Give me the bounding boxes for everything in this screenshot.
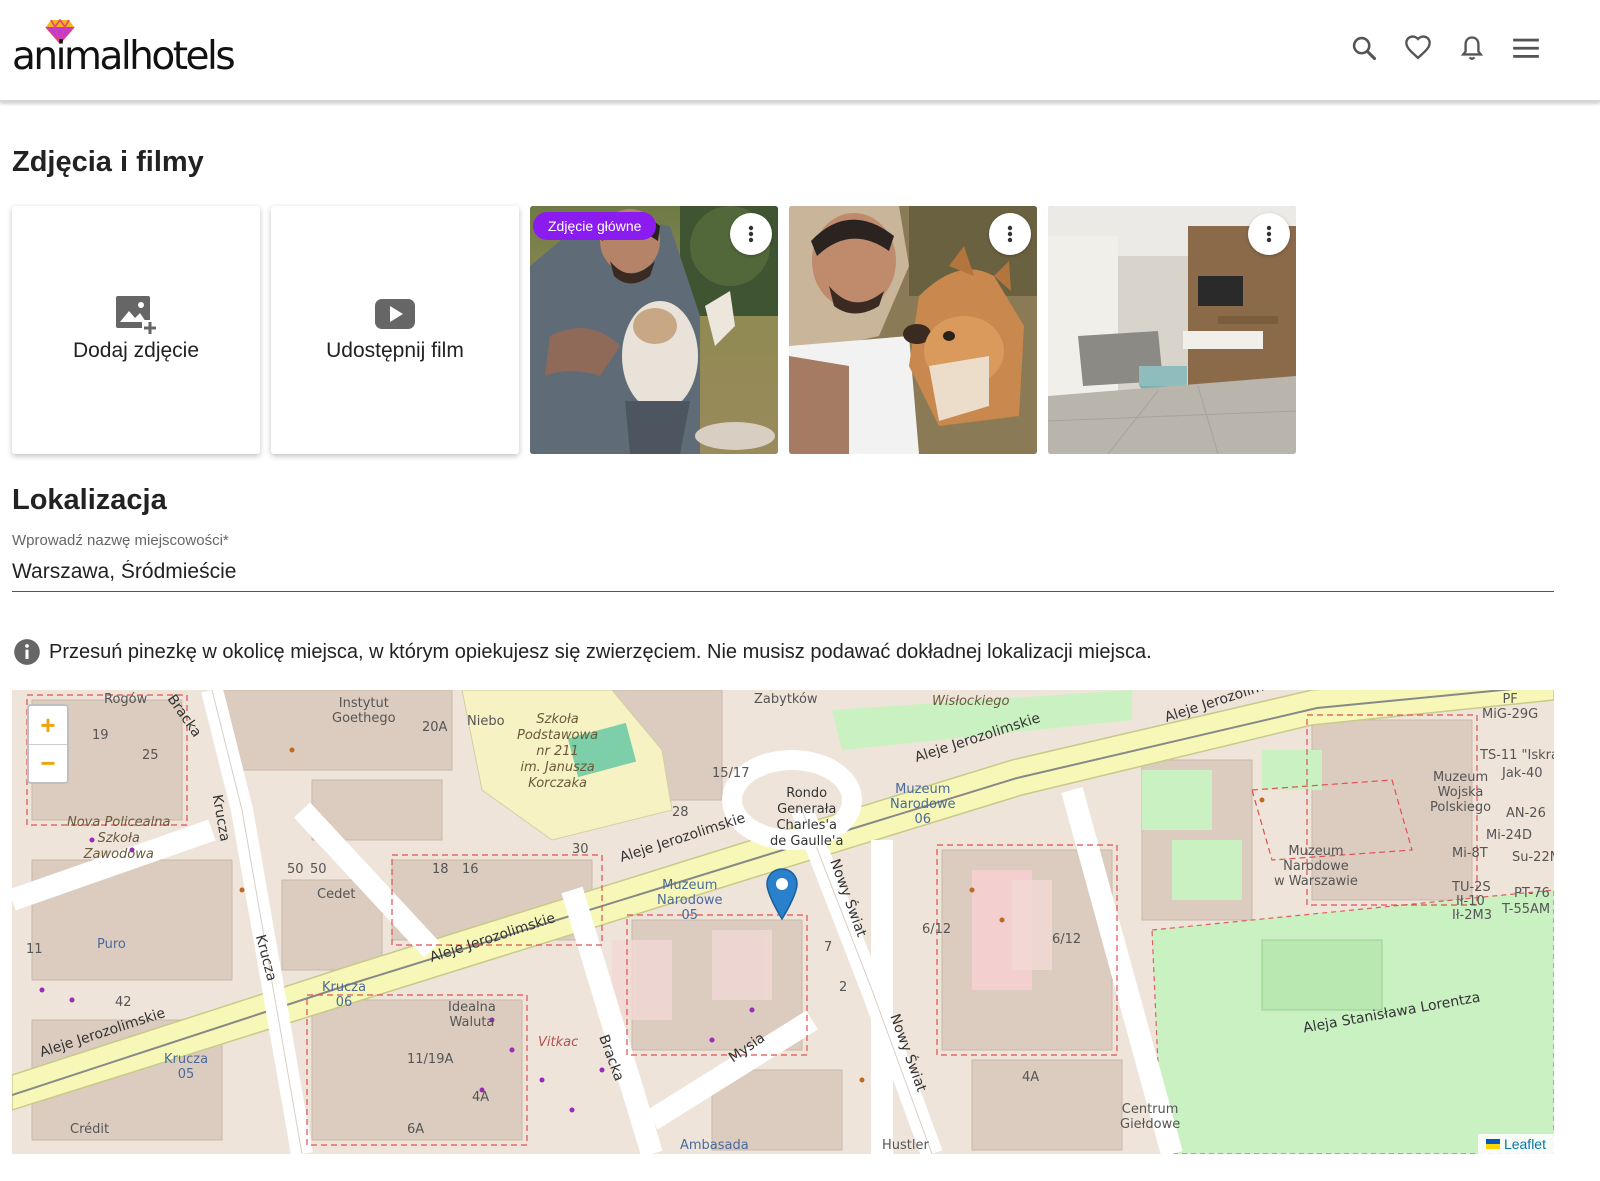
more-vert-icon: [748, 225, 754, 243]
city-input[interactable]: [12, 552, 1554, 592]
photo-menu-button[interactable]: [730, 213, 772, 255]
menu-icon[interactable]: [1510, 32, 1542, 64]
brand-name: animalhotels: [12, 34, 236, 79]
photos-section-title: Zdjęcia i filmy: [12, 146, 204, 178]
ukraine-flag-icon: [1485, 1139, 1500, 1149]
share-video-button[interactable]: Udostępnij film: [271, 206, 519, 454]
location-pin-icon[interactable]: [766, 868, 798, 920]
location-section-title: Lokalizacja: [12, 484, 167, 516]
map-attribution: Leaflet: [1477, 1134, 1554, 1154]
map-zoom-controls: + −: [27, 704, 69, 784]
app-header: animalhotels: [0, 0, 1600, 102]
map-hint: Przesuń pinezkę w okolicę miejsca, w któ…: [13, 638, 1152, 666]
youtube-icon: [375, 299, 415, 329]
main-photo-badge: Zdjęcie główne: [533, 212, 657, 240]
add-photo-icon: [116, 296, 158, 336]
photo-thumbnail[interactable]: [1048, 206, 1296, 454]
zoom-in-button[interactable]: +: [29, 706, 67, 744]
more-vert-icon: [1266, 225, 1272, 243]
add-photo-label: Dodaj zdjęcie: [72, 339, 200, 362]
photo-menu-button[interactable]: [989, 213, 1031, 255]
add-photo-button[interactable]: Dodaj zdjęcie: [12, 206, 260, 454]
search-icon[interactable]: [1348, 32, 1380, 64]
heart-icon[interactable]: [1402, 32, 1434, 64]
leaflet-link[interactable]: Leaflet: [1504, 1136, 1546, 1152]
bell-icon[interactable]: [1456, 32, 1488, 64]
more-vert-icon: [1007, 225, 1013, 243]
info-icon: [14, 639, 40, 665]
photo-thumbnail[interactable]: [789, 206, 1037, 454]
zoom-out-button[interactable]: −: [29, 744, 67, 782]
location-map[interactable]: Rogów Bracka Instytut Goethego Niebo Szko…: [12, 690, 1554, 1154]
map-hint-text: Przesuń pinezkę w okolicę miejsca, w któ…: [49, 640, 1152, 663]
photo-menu-button[interactable]: [1248, 213, 1290, 255]
media-tiles: Dodaj zdjęcie Udostępnij film Zdjęcie gł…: [12, 206, 1296, 454]
map-tiles: [12, 690, 1554, 1154]
photo-thumbnail-main[interactable]: Zdjęcie główne: [530, 206, 778, 454]
share-video-label: Udostępnij film: [326, 339, 464, 362]
brand-logo[interactable]: animalhotels: [12, 16, 252, 79]
city-field-label: Wprowadź nazwę miejscowości*: [12, 532, 229, 549]
